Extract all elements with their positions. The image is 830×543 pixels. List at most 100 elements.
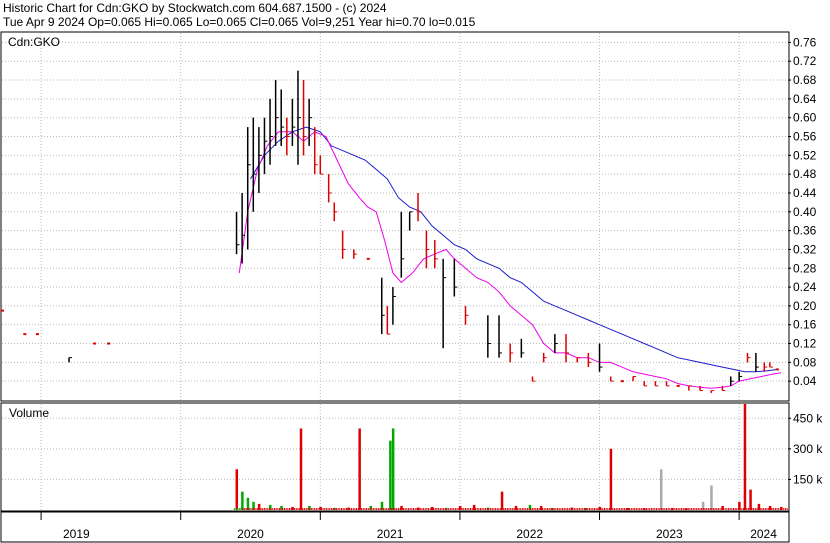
price-dot xyxy=(23,333,27,336)
volume-bar xyxy=(731,508,733,510)
stock-chart: 0.76 0.72 0.68 0.64 0.60 0.56 0.52 0.48 0.44 0.40… xyxy=(0,31,823,543)
volume-bar xyxy=(402,508,404,510)
price-bar xyxy=(1,309,4,312)
volume-bar xyxy=(419,508,421,510)
volume-bar xyxy=(501,508,503,510)
price-tick-label: 0.72 xyxy=(793,54,817,68)
volume-bar xyxy=(361,508,363,510)
volume-bar xyxy=(493,508,495,510)
price-tick-label: 0.20 xyxy=(793,299,817,313)
volume-bar xyxy=(478,508,480,510)
volume-bar xyxy=(687,508,689,510)
volume-bar xyxy=(624,508,626,510)
volume-bar xyxy=(711,508,713,510)
price-bar xyxy=(313,127,318,175)
volume-bar xyxy=(550,508,552,510)
volume-bar xyxy=(560,508,562,510)
volume-bar xyxy=(406,508,408,510)
price-bar xyxy=(93,342,97,345)
volume-bar xyxy=(372,508,374,510)
volume-bar xyxy=(459,508,461,510)
volume-bar xyxy=(562,508,564,510)
volume-bar xyxy=(659,469,663,510)
volume-bar xyxy=(506,508,508,510)
volume-bar xyxy=(241,491,244,510)
volume-bar xyxy=(786,508,788,510)
volume-bar xyxy=(679,508,681,510)
volume-bar xyxy=(523,508,525,510)
price-tick-label: 0.16 xyxy=(793,318,817,332)
price-bar xyxy=(297,70,301,165)
volume-bar xyxy=(275,508,277,510)
volume-bar xyxy=(531,508,533,510)
volume-bar xyxy=(481,508,483,510)
volume-bar xyxy=(605,508,607,510)
volume-bar xyxy=(614,508,616,510)
volume-bar xyxy=(553,508,555,510)
price-tick-label: 0.48 xyxy=(793,167,817,181)
volume-bar xyxy=(498,508,500,510)
volume-bar xyxy=(709,508,711,510)
volume-bar xyxy=(364,508,366,510)
volume-bar xyxy=(726,508,728,510)
volume-bar xyxy=(684,508,686,510)
volume-bar xyxy=(441,508,443,510)
price-bar xyxy=(319,155,324,175)
price-bar xyxy=(400,211,405,278)
volume-bar xyxy=(756,508,758,510)
price-tick-label: 0.04 xyxy=(793,374,817,388)
volume-bar xyxy=(774,508,776,510)
volume-bar xyxy=(444,508,446,510)
volume-bar xyxy=(515,508,517,510)
volume-bar xyxy=(258,508,260,510)
volume-bar xyxy=(476,508,478,510)
volume-bar xyxy=(496,508,498,510)
volume-bar xyxy=(345,508,347,510)
volume-bar xyxy=(639,508,641,510)
price-bar xyxy=(453,258,458,297)
volume-label: Volume xyxy=(9,406,49,420)
volume-bar xyxy=(542,508,544,510)
volume-bar xyxy=(245,508,247,510)
price-bar xyxy=(107,342,111,345)
volume-bar xyxy=(743,508,745,510)
price-tick-label: 0.44 xyxy=(793,186,817,200)
volume-bar xyxy=(282,508,284,510)
volume-bar xyxy=(681,508,683,510)
volume-bar xyxy=(396,508,398,510)
volume-bar xyxy=(769,508,771,510)
volume-bar xyxy=(458,508,460,510)
volume-bar xyxy=(237,508,239,510)
price-bar xyxy=(665,381,670,387)
volume-bar xyxy=(607,508,609,510)
price-bar xyxy=(531,376,536,382)
price-bar xyxy=(587,352,592,368)
volume-bar xyxy=(513,508,515,510)
volume-bar xyxy=(630,508,632,510)
volume-bar xyxy=(374,508,376,510)
volume-bar xyxy=(456,508,458,510)
volume-bar xyxy=(557,508,559,510)
price-bar xyxy=(542,352,547,363)
volume-bar xyxy=(349,508,351,510)
volume-bar xyxy=(686,508,688,510)
volume-bar xyxy=(647,508,649,510)
x-axis: 2019 2020 2021 2022 2023 2024 xyxy=(40,512,777,541)
volume-bar xyxy=(520,508,522,510)
volume-bar xyxy=(644,508,646,510)
volume-bar xyxy=(545,508,547,510)
volume-bar xyxy=(503,508,505,510)
volume-bar xyxy=(619,508,621,510)
volume-bar xyxy=(352,508,354,510)
volume-bar xyxy=(340,508,342,510)
volume-bar xyxy=(588,508,590,510)
volume-bar xyxy=(387,508,389,510)
volume-bar xyxy=(413,508,415,510)
price-bar xyxy=(417,192,422,222)
volume-bar xyxy=(292,508,294,510)
volume-bar xyxy=(521,508,523,510)
price-bar xyxy=(291,98,296,146)
price-bar xyxy=(632,375,637,382)
volume-bar xyxy=(540,508,542,510)
volume-bar xyxy=(315,508,317,510)
